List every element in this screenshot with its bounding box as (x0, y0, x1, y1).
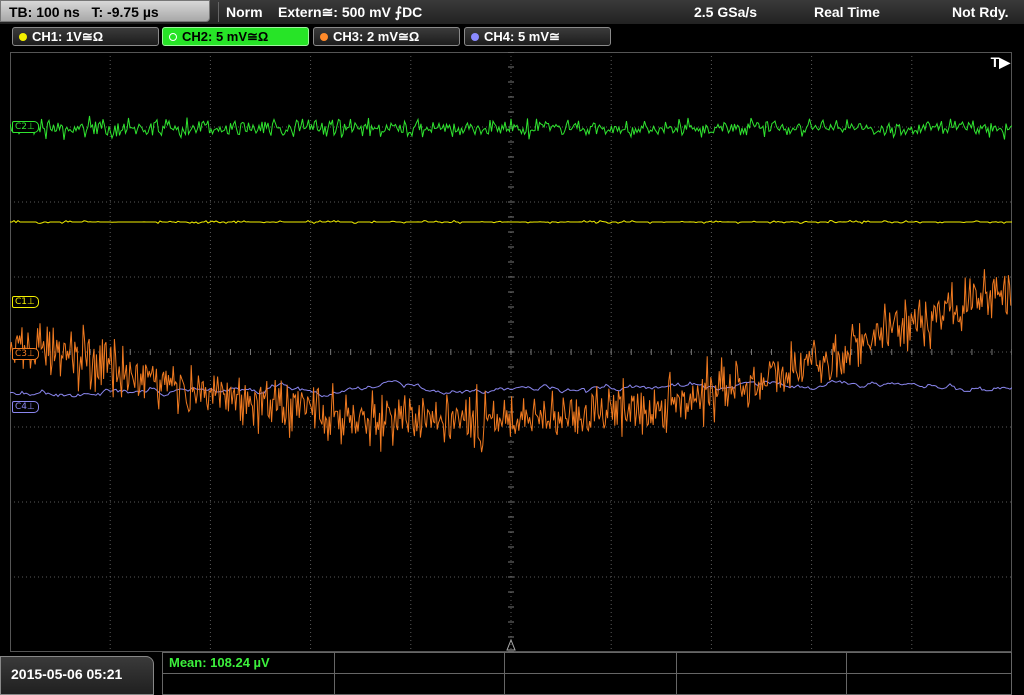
measurement-cell (335, 674, 505, 694)
trigger-source[interactable]: Extern≅: 500 mV ⨍DC (278, 0, 422, 24)
measurement-cell (677, 653, 847, 673)
mean-measurement: Mean: 108.24 µV (169, 655, 270, 670)
ch2-offset-marker[interactable]: C2⊥ (12, 121, 39, 133)
channel-4-button[interactable]: CH4: 5 mV≅ (464, 27, 611, 46)
ch4-label: CH4: 5 mV≅ (484, 29, 560, 44)
trigger-time-value: T: -9.75 µs (91, 4, 159, 20)
ch1-dot-icon (19, 32, 27, 41)
ch3-offset-marker[interactable]: C3⊥ (12, 348, 39, 360)
realtime-mode: Real Time (814, 4, 880, 20)
channel-3-button[interactable]: CH3: 2 mV≅Ω (313, 27, 460, 46)
date-time[interactable]: 2015-05-06 05:21 (0, 656, 154, 695)
timebase-value: TB: 100 ns (9, 4, 80, 20)
status-bar: TB: 100 ns T: -9.75 µs Norm Extern≅: 500… (0, 0, 1024, 24)
ch4-dot-icon (471, 32, 479, 41)
ch4-offset-marker[interactable]: C4⊥ (12, 401, 39, 413)
measurement-cell (163, 674, 335, 694)
channel-2-button[interactable]: CH2: 5 mV≅Ω (162, 27, 309, 46)
ch2-dot-icon (169, 32, 177, 41)
channel-bar: CH1: 1V≅Ω CH2: 5 mV≅Ω CH3: 2 mV≅Ω CH4: 5… (0, 24, 1024, 50)
measurement-cell (677, 674, 847, 694)
measurement-panel[interactable]: Mean: 108.24 µV (162, 652, 1012, 695)
ch3-dot-icon (320, 32, 328, 41)
acq-mode[interactable]: Norm (226, 0, 263, 24)
ch3-label: CH3: 2 mV≅Ω (333, 29, 420, 44)
ch1-label: CH1: 1V≅Ω (32, 29, 104, 44)
waveform-graticule (10, 52, 1012, 652)
trigger-marker-icon: T▶ (990, 54, 1010, 70)
divider (218, 2, 219, 22)
measurement-cell (505, 653, 677, 673)
ch2-label: CH2: 5 mV≅Ω (182, 29, 269, 44)
sample-rate: 2.5 GSa/s (694, 4, 758, 20)
measurement-cell: Mean: 108.24 µV (163, 653, 335, 673)
channel-1-button[interactable]: CH1: 1V≅Ω (12, 27, 159, 46)
measurement-cell (335, 653, 505, 673)
measurement-row (163, 674, 1011, 695)
measurement-cell (505, 674, 677, 694)
timebase-readout[interactable]: TB: 100 ns T: -9.75 µs (0, 0, 210, 22)
measurement-row: Mean: 108.24 µV (163, 653, 1011, 674)
acq-state: Not Rdy. (952, 4, 1009, 20)
ch3-trace (10, 269, 1012, 453)
ch1-offset-marker[interactable]: C1⊥ (12, 296, 39, 308)
